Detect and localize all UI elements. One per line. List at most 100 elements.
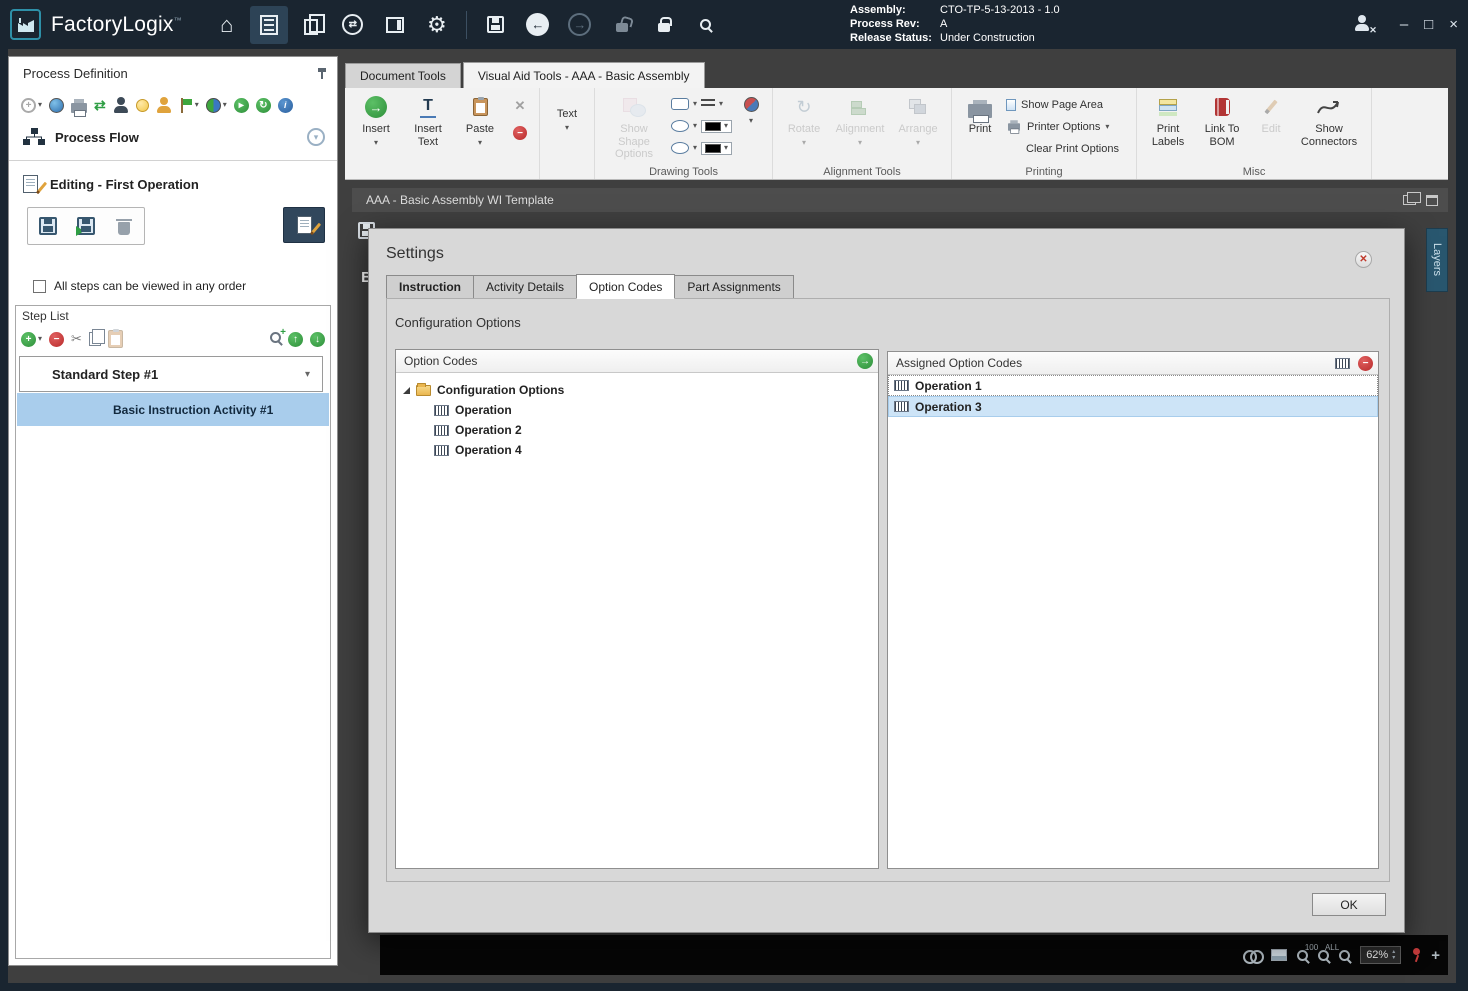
shape-ellipse2-button[interactable] <box>671 142 689 154</box>
navigator-button[interactable]: ⇄ <box>334 6 372 44</box>
flag-button[interactable]: ▾ <box>179 97 199 113</box>
chevron-down-icon[interactable]: ▾ <box>305 369 322 380</box>
zoom-step-button[interactable]: + <box>270 327 286 346</box>
cut-icon[interactable]: ✂ <box>71 331 82 347</box>
remove-assigned-button[interactable]: − <box>1358 355 1373 371</box>
globe-icon[interactable] <box>49 97 65 113</box>
tree-item-operation-4[interactable]: Operation 4 <box>396 440 878 460</box>
run-icon[interactable]: ▸ <box>233 97 249 113</box>
info-icon[interactable]: i <box>277 97 293 113</box>
audit-search-button[interactable] <box>687 6 725 44</box>
pin-panel-icon[interactable] <box>1426 194 1438 206</box>
activity-row-selected[interactable]: Basic Instruction Activity #1 <box>17 393 329 426</box>
move-down-button[interactable]: ↓ <box>310 331 325 347</box>
add-step-button[interactable]: + ▾ <box>21 331 42 347</box>
fill-color-picker[interactable]: ▾ <box>701 141 733 155</box>
tab-document-tools[interactable]: Document Tools <box>345 63 461 88</box>
process-flow-row[interactable]: Process Flow ▾ <box>23 123 325 151</box>
alignment-button[interactable]: Alignment ▾ <box>833 92 887 147</box>
delete-button[interactable] <box>106 210 142 242</box>
tree-item-configuration-options[interactable]: Configuration Options <box>396 380 878 400</box>
rotate-button[interactable]: ↻ Rotate ▾ <box>781 92 827 147</box>
remove-icon[interactable]: − <box>513 126 527 140</box>
show-page-area-button[interactable]: Show Page Area <box>1006 96 1128 114</box>
paste-icon[interactable] <box>107 329 123 348</box>
edit-button[interactable]: Edit <box>1253 92 1289 136</box>
paste-button[interactable]: Paste ▾ <box>457 92 503 147</box>
tree-expander-icon[interactable] <box>403 386 410 394</box>
insert-button[interactable]: → Insert ▾ <box>353 92 399 147</box>
printer-options-button[interactable]: Printer Options ▾ <box>1006 118 1128 136</box>
back-button[interactable]: ← <box>519 6 557 44</box>
maximize-button[interactable]: □ <box>1424 16 1433 33</box>
home-button[interactable]: ⌂ <box>208 6 246 44</box>
ok-button[interactable]: OK <box>1312 893 1386 916</box>
shape-rect-button[interactable] <box>671 98 689 110</box>
settings-button[interactable]: ⚙ <box>418 6 456 44</box>
zoom-spinner[interactable]: 62% ▴ ▾ <box>1360 946 1402 964</box>
link-to-bom-button[interactable]: Link To BOM <box>1197 92 1247 148</box>
shape-ellipse-button[interactable] <box>671 120 689 132</box>
assign-option-button[interactable]: → <box>857 353 873 369</box>
print-icon[interactable] <box>71 98 88 117</box>
line-style-icon[interactable] <box>701 99 716 109</box>
save-as-button[interactable] <box>68 210 104 242</box>
insert-text-button[interactable]: T Insert Text <box>405 92 451 148</box>
close-button[interactable]: × <box>1449 16 1458 33</box>
print-labels-button[interactable]: Print Labels <box>1145 92 1191 148</box>
edit-instruction-button[interactable] <box>283 207 325 243</box>
remove-step-button[interactable]: − <box>49 331 65 347</box>
pin-icon[interactable] <box>1411 948 1421 962</box>
arrange-button[interactable]: Arrange ▾ <box>893 92 943 147</box>
move-up-button[interactable]: ↑ <box>288 331 303 347</box>
zoom-spinner-arrows[interactable]: ▴ ▾ <box>1392 949 1395 961</box>
tab-option-codes[interactable]: Option Codes <box>576 274 676 299</box>
text-dropdown-button[interactable]: Text ▾ <box>548 92 586 132</box>
step-row[interactable]: Standard Step #1 ▾ <box>19 356 323 392</box>
refresh-icon[interactable]: ↻ <box>255 97 271 113</box>
float-window-icon[interactable] <box>1403 192 1421 205</box>
copy-icon[interactable] <box>88 329 105 346</box>
tree-item-operation-2[interactable]: Operation 2 <box>396 420 878 440</box>
tree-item-operation[interactable]: Operation <box>396 400 878 420</box>
pin-icon[interactable] <box>317 67 327 80</box>
transfer-icon[interactable]: ⇄ <box>94 97 106 114</box>
unlock-button[interactable] <box>603 6 641 44</box>
status-button[interactable]: ▾ <box>205 97 227 113</box>
forward-button[interactable]: → <box>561 6 599 44</box>
assigned-option-row[interactable]: Operation 1 <box>888 375 1378 396</box>
fit-image-icon[interactable] <box>1271 949 1288 961</box>
show-shape-options-button[interactable]: Show Shape Options <box>603 92 665 161</box>
zoom-icon[interactable] <box>1339 949 1351 961</box>
work-instructions-button[interactable] <box>249 5 288 44</box>
dialog-close-button[interactable]: ✕ <box>1355 251 1372 268</box>
bulb-icon[interactable] <box>135 98 149 112</box>
print-button[interactable]: Print <box>960 92 1000 136</box>
order-checkbox[interactable] <box>33 279 46 293</box>
line-color-picker[interactable]: ▾ <box>701 119 733 133</box>
tab-instruction[interactable]: Instruction <box>386 275 474 299</box>
add-process-button[interactable]: + ▾ <box>21 97 42 113</box>
pan-icon[interactable]: + <box>1431 947 1440 964</box>
chain-icon[interactable] <box>1243 950 1265 964</box>
user-dark-icon[interactable] <box>113 97 129 113</box>
save-step-button[interactable] <box>30 210 66 242</box>
document-canvas[interactable]: 100 ALL 62% ▴ ▾ + <box>380 935 1448 975</box>
minimize-button[interactable]: – <box>1400 16 1408 33</box>
show-connectors-button[interactable]: Show Connectors <box>1295 92 1363 148</box>
lock-button[interactable] <box>645 6 683 44</box>
save-button[interactable] <box>477 6 515 44</box>
tab-activity-details[interactable]: Activity Details <box>473 275 578 299</box>
reports-button[interactable] <box>376 6 414 44</box>
logout-button[interactable]: ✕ <box>1354 15 1377 35</box>
collapse-circle-icon[interactable]: ▾ <box>307 128 325 146</box>
documents-button[interactable] <box>292 6 330 44</box>
insert-image-button[interactable]: ▾ <box>738 92 764 125</box>
tab-part-assignments[interactable]: Part Assignments <box>674 275 794 299</box>
layers-tab[interactable]: Layers <box>1426 228 1448 292</box>
clear-print-options-button[interactable]: Clear Print Options <box>1006 140 1128 158</box>
tab-visual-aid-tools[interactable]: Visual Aid Tools - AAA - Basic Assembly <box>462 62 705 88</box>
option-code-icon[interactable] <box>1335 357 1350 369</box>
user-orange-icon[interactable] <box>156 97 172 113</box>
delete-shape-icon[interactable]: ✕ <box>515 98 526 114</box>
